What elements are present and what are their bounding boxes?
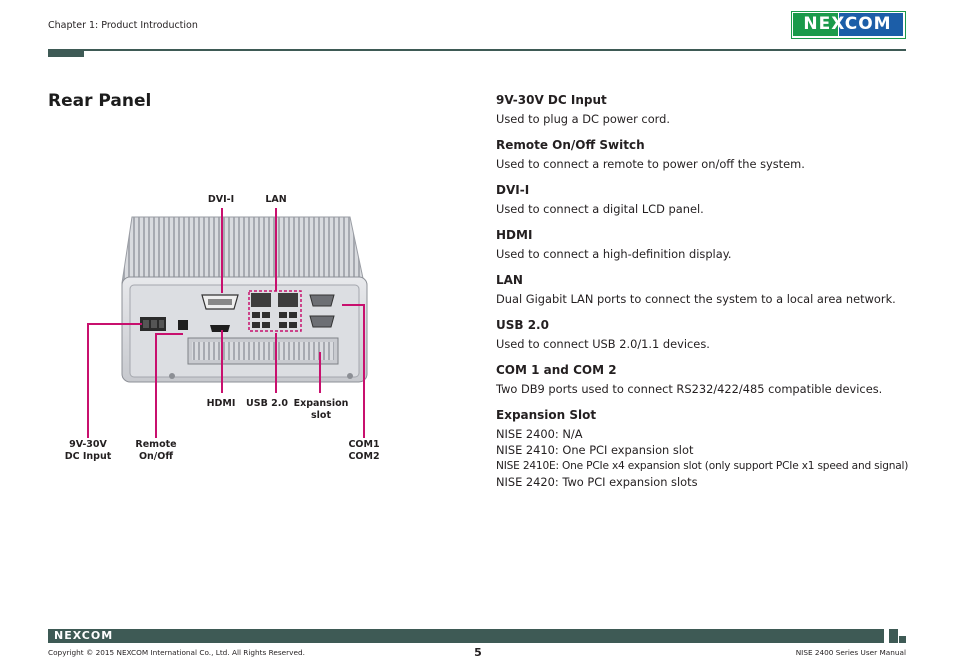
- callout-remote-line2: On/Off: [138, 451, 174, 462]
- manual-title: NISE 2400 Series User Manual: [795, 648, 906, 657]
- item-usb: USB 2.0 Used to connect USB 2.0/1.1 devi…: [496, 317, 916, 352]
- copyright-text: Copyright © 2015 NEXCOM International Co…: [48, 648, 305, 657]
- header-accent-block: [48, 49, 84, 57]
- footer-logo: NEXCOM: [54, 629, 114, 642]
- item-heading: HDMI: [496, 228, 533, 242]
- callout-line-com-horizontal: [342, 304, 364, 306]
- callout-expansion: Expansion slot: [291, 398, 351, 422]
- item-text: Dual Gigabit LAN ports to connect the sy…: [496, 292, 896, 306]
- callout-line-hdmi: [221, 330, 223, 393]
- callout-line-remote-horizontal: [155, 333, 183, 335]
- callout-com-line1: COM1: [348, 439, 380, 450]
- port-description-list: 9V-30V DC Input Used to plug a DC power …: [496, 92, 916, 500]
- callout-line-lan: [275, 208, 277, 291]
- item-text: Used to plug a DC power cord.: [496, 112, 670, 126]
- callout-usb: USB 2.0: [246, 398, 288, 409]
- callout-line-dvi: [221, 208, 223, 293]
- item-heading: COM 1 and COM 2: [496, 363, 617, 377]
- item-heading: Remote On/Off Switch: [496, 138, 645, 152]
- item-text: Two DB9 ports used to connect RS232/422/…: [496, 382, 883, 396]
- expansion-line: NISE 2420: Two PCI expansion slots: [496, 475, 698, 489]
- expansion-line: NISE 2410E: One PCIe x4 expansion slot (…: [496, 460, 909, 472]
- expansion-line: NISE 2410: One PCI expansion slot: [496, 443, 694, 457]
- footer-accent-square-small: [899, 636, 906, 643]
- item-text: Used to connect a remote to power on/off…: [496, 157, 805, 171]
- callout-dc-input: 9V-30V DC Input: [58, 439, 118, 463]
- footer-accent-square: [889, 629, 898, 643]
- footer-bar: [48, 629, 884, 643]
- page-title: Rear Panel: [48, 91, 152, 111]
- item-com: COM 1 and COM 2 Two DB9 ports used to co…: [496, 362, 916, 397]
- callout-com: COM1 COM2: [338, 439, 390, 463]
- callout-remote: Remote On/Off: [126, 439, 186, 463]
- callout-com-line2: COM2: [348, 451, 380, 462]
- item-text: Used to connect USB 2.0/1.1 devices.: [496, 337, 710, 351]
- callout-expansion-line1: Expansion: [293, 398, 349, 409]
- callout-dc-line2: DC Input: [64, 451, 112, 462]
- callout-dc-line1: 9V-30V: [69, 439, 107, 450]
- logo-text: NEXCOM: [803, 14, 892, 34]
- item-lan: LAN Dual Gigabit LAN ports to connect th…: [496, 272, 916, 307]
- nexcom-logo: NEXCOM: [791, 11, 906, 39]
- item-heading: USB 2.0: [496, 318, 549, 332]
- item-heading: Expansion Slot: [496, 408, 597, 422]
- item-dc-input: 9V-30V DC Input Used to plug a DC power …: [496, 92, 916, 127]
- rear-panel-image: [121, 216, 368, 383]
- item-heading: 9V-30V DC Input: [496, 93, 607, 107]
- item-hdmi: HDMI Used to connect a high-definition d…: [496, 227, 916, 262]
- item-text: Used to connect a digital LCD panel.: [496, 202, 704, 216]
- expansion-line: NISE 2400: N/A: [496, 427, 583, 441]
- item-expansion-slot: Expansion Slot NISE 2400: N/A NISE 2410:…: [496, 407, 916, 490]
- callout-dvi: DVI-I: [207, 194, 235, 205]
- item-dvi: DVI-I Used to connect a digital LCD pane…: [496, 182, 916, 217]
- callout-line-dc-horizontal: [87, 323, 142, 325]
- callout-hdmi: HDMI: [206, 398, 236, 409]
- callout-remote-line1: Remote: [135, 439, 177, 450]
- item-heading: LAN: [496, 273, 523, 287]
- callout-line-dc-vertical: [87, 323, 89, 438]
- page-number: 5: [474, 646, 482, 659]
- callout-line-usb: [275, 333, 277, 393]
- header-divider: [48, 49, 906, 51]
- item-heading: DVI-I: [496, 183, 530, 197]
- callout-line-com-vertical: [363, 304, 365, 438]
- callout-expansion-line2: slot: [311, 410, 331, 421]
- chapter-title: Chapter 1: Product Introduction: [48, 20, 198, 31]
- callout-lan: LAN: [265, 194, 287, 205]
- callout-line-expansion: [319, 352, 321, 393]
- item-text: Used to connect a high-definition displa…: [496, 247, 732, 261]
- item-remote-switch: Remote On/Off Switch Used to connect a r…: [496, 137, 916, 172]
- callout-line-remote-vertical: [155, 333, 157, 438]
